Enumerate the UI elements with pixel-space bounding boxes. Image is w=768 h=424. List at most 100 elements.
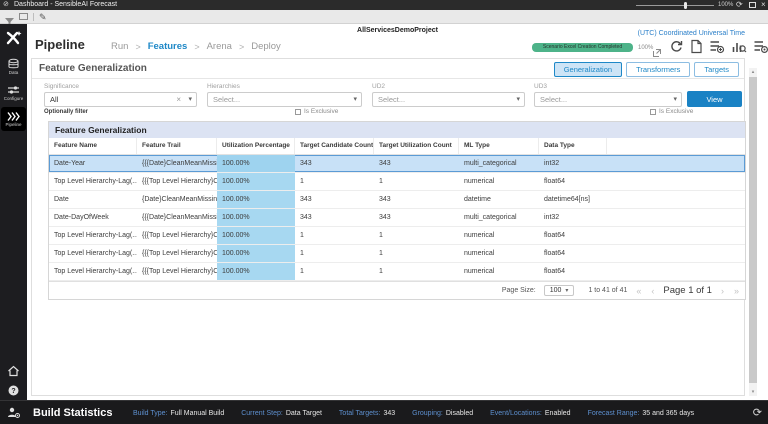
sidebar-item-configure[interactable]: Configure xyxy=(1,81,26,105)
significance-value: All xyxy=(50,95,58,104)
file-icon[interactable] xyxy=(691,40,702,53)
status-stat-label: Forecast Range: xyxy=(588,410,640,417)
table-cell: Top Level Hierarchy-Lag(... xyxy=(49,263,137,280)
last-page-icon[interactable]: » xyxy=(733,286,740,296)
clear-icon[interactable]: × xyxy=(176,93,181,106)
hierarchies-select[interactable]: Select... ▾ xyxy=(207,92,362,107)
status-stat: Forecast Range:35 and 365 days xyxy=(588,410,695,417)
table-row[interactable]: Top Level Hierarchy-Lag(...{{{Top Level … xyxy=(49,245,745,263)
column-header[interactable]: Target Candidate Count xyxy=(295,138,374,154)
vertical-scrollbar[interactable]: ▴ ▾ xyxy=(749,68,757,396)
viewer-toolbar: ✎ xyxy=(0,10,768,24)
previous-page-icon[interactable]: ‹ xyxy=(650,286,655,296)
ud2-select[interactable]: Select... ▾ xyxy=(372,92,525,107)
column-header[interactable]: Data Type xyxy=(539,138,607,154)
chevron-down-icon[interactable]: ▾ xyxy=(516,93,520,106)
sidebar-item-pipeline[interactable]: Pipeline xyxy=(1,107,26,131)
svg-text:?: ? xyxy=(11,388,15,395)
table-cell-filler xyxy=(607,263,745,280)
breadcrumb-item[interactable]: Arena xyxy=(207,41,232,52)
table-row[interactable]: Date{Date}CleanMeanMissing100.00%343343d… xyxy=(49,191,745,209)
app-icon: ⊘ xyxy=(3,0,9,10)
refresh-stats-icon[interactable]: ⟳ xyxy=(753,401,762,424)
tab-generalization[interactable]: Generalization xyxy=(554,62,622,77)
chevron-down-icon[interactable]: ▾ xyxy=(353,93,357,106)
page-size-label: Page Size: xyxy=(502,287,536,294)
breadcrumb-item[interactable]: Features xyxy=(148,41,188,52)
status-stat: Current Step:Data Target xyxy=(241,410,322,417)
table-row[interactable]: Top Level Hierarchy-Lag(...{{{Top Level … xyxy=(49,173,745,191)
table-cell: Top Level Hierarchy-Lag(... xyxy=(49,173,137,190)
table-cell-filler xyxy=(607,227,745,244)
is-exclusive-checkbox[interactable] xyxy=(650,109,656,115)
table-cell: 1 xyxy=(374,245,459,262)
view-button[interactable]: View xyxy=(687,91,742,107)
table-cell-filler xyxy=(607,209,745,226)
tab-transformers[interactable]: Transformers xyxy=(626,62,690,77)
sliders-icon xyxy=(8,85,19,95)
table-cell: numerical xyxy=(459,227,539,244)
table-cell: numerical xyxy=(459,263,539,280)
help-icon[interactable]: ? xyxy=(8,385,19,396)
status-stat-label: Current Step: xyxy=(241,410,283,417)
column-header[interactable]: Utilization Percentage xyxy=(217,138,295,154)
main-content: AllServicesDemoProject (UTC) Coordinated… xyxy=(27,24,768,400)
chevron-down-icon[interactable]: ▾ xyxy=(188,93,192,106)
edit-pencil-icon[interactable]: ✎ xyxy=(39,10,47,24)
refresh-window-icon[interactable]: ⟳ xyxy=(736,0,743,10)
chevron-down-icon[interactable]: ▾ xyxy=(673,93,677,106)
fit-window-icon[interactable] xyxy=(749,2,756,8)
page-title: Pipeline xyxy=(35,37,85,52)
table-cell: 343 xyxy=(374,191,459,208)
refresh-icon[interactable] xyxy=(670,40,683,53)
screenshot-icon[interactable] xyxy=(19,13,28,20)
table-cell: numerical xyxy=(459,245,539,262)
table-row[interactable]: Date-Year{{{Date}CleanMeanMissi...100.00… xyxy=(49,155,745,173)
table-cell: multi_categorical xyxy=(459,209,539,226)
table-row[interactable]: Top Level Hierarchy-Lag(...{{{Top Level … xyxy=(49,227,745,245)
ud2-label: UD2 xyxy=(372,83,525,90)
feature-table: Feature Generalization Feature NameFeatu… xyxy=(48,121,746,300)
ud3-select[interactable]: Select... ▾ xyxy=(534,92,682,107)
table-cell: Top Level Hierarchy-Lag(... xyxy=(49,227,137,244)
table-cell: Top Level Hierarchy-Lag(... xyxy=(49,245,137,262)
status-stat-value: Data Target xyxy=(286,410,322,417)
significance-select[interactable]: All × ▾ xyxy=(44,92,197,107)
next-page-icon[interactable]: › xyxy=(720,286,725,296)
chart-search-icon[interactable] xyxy=(732,40,746,53)
close-window-icon[interactable]: × xyxy=(761,0,766,10)
table-cell: {{{Date}CleanMeanMissi... xyxy=(137,155,217,172)
column-header[interactable]: Feature Trail xyxy=(137,138,217,154)
page-size-select[interactable]: 100 ▾ xyxy=(544,285,575,296)
home-icon[interactable] xyxy=(8,366,19,376)
pipeline-chevrons-icon xyxy=(7,112,20,121)
column-header[interactable]: Target Utilization Count xyxy=(374,138,459,154)
sidebar-bottom: ? xyxy=(0,366,27,396)
column-header[interactable]: ML Type xyxy=(459,138,539,154)
is-exclusive-ud3: Is Exclusive xyxy=(650,108,693,115)
settings-list-icon[interactable] xyxy=(754,40,768,53)
breadcrumb-item[interactable]: Deploy xyxy=(251,41,281,52)
zoom-slider[interactable] xyxy=(636,5,714,6)
scroll-down-icon[interactable]: ▾ xyxy=(749,388,757,396)
zoom-slider-handle[interactable] xyxy=(684,2,687,9)
scroll-up-icon[interactable]: ▴ xyxy=(749,68,757,76)
user-settings-icon[interactable] xyxy=(7,406,20,424)
breadcrumb-separator: > xyxy=(239,42,244,52)
table-row[interactable]: Date-DayOfWeek{{{Date}CleanMeanMissi...1… xyxy=(49,209,745,227)
optionally-filter-hint: Optionally filter xyxy=(44,109,88,115)
column-header[interactable]: Feature Name xyxy=(49,138,137,154)
pagination-range: 1 to 41 of 41 xyxy=(588,287,627,294)
scrollbar-thumb[interactable] xyxy=(749,77,757,383)
scenario-add-icon[interactable] xyxy=(710,40,724,53)
breadcrumb-item[interactable]: Run xyxy=(111,41,128,52)
first-page-icon[interactable]: « xyxy=(635,286,642,296)
table-row[interactable]: Top Level Hierarchy-Lag(...{{{Top Level … xyxy=(49,263,745,281)
status-stat: Build Type:Full Manual Build xyxy=(133,410,224,417)
tab-targets[interactable]: Targets xyxy=(694,62,739,77)
timezone-link[interactable]: (UTC) Coordinated Universal Time xyxy=(638,30,745,37)
sidebar-item-data[interactable]: Data xyxy=(1,55,26,79)
table-cell: 100.00% xyxy=(217,155,295,172)
is-exclusive-checkbox[interactable] xyxy=(295,109,301,115)
status-stat-value: Full Manual Build xyxy=(171,410,225,417)
